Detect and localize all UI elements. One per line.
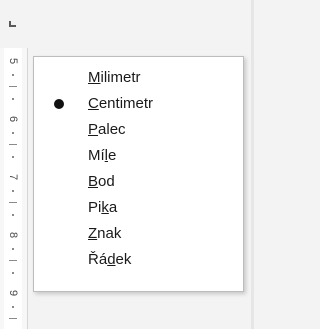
menu-item-label: Milimetr bbox=[88, 69, 141, 86]
menu-item-label: Pika bbox=[88, 199, 118, 216]
menu-item-label: Bod bbox=[88, 173, 115, 190]
menu-item-radek[interactable]: Řádek bbox=[34, 247, 243, 273]
page-edge bbox=[251, 0, 254, 329]
ruler-dot bbox=[12, 156, 14, 158]
ruler-number: 6 bbox=[7, 115, 19, 123]
ruler-dot bbox=[12, 272, 14, 274]
menu-item-label: Míle bbox=[88, 147, 117, 164]
ruler-tick bbox=[9, 86, 17, 87]
menu-item-label: Centimetr bbox=[88, 95, 154, 112]
ruler-dot bbox=[12, 132, 14, 134]
menu-item-label: Znak bbox=[88, 225, 122, 242]
radio-selected-icon bbox=[54, 99, 64, 109]
ruler-dot bbox=[12, 190, 14, 192]
tab-stop-left-icon[interactable] bbox=[9, 21, 16, 27]
ruler-tick bbox=[9, 318, 17, 319]
menu-item-centimetr[interactable]: Centimetr bbox=[34, 91, 243, 117]
menu-item-label: Palec bbox=[88, 121, 126, 138]
ruler-tick bbox=[9, 260, 17, 261]
ruler-dot bbox=[12, 306, 14, 308]
ruler-tick bbox=[9, 202, 17, 203]
ruler-dot bbox=[12, 98, 14, 100]
menu-item-znak[interactable]: Znak bbox=[34, 221, 243, 247]
ruler-tick bbox=[9, 144, 17, 145]
ruler-number: 9 bbox=[7, 289, 19, 297]
menu-item-milimetr[interactable]: Milimetr bbox=[34, 65, 243, 91]
menu-item-pika[interactable]: Pika bbox=[34, 195, 243, 221]
ruler-corner[interactable] bbox=[0, 0, 28, 48]
menu-item-bod[interactable]: Bod bbox=[34, 169, 243, 195]
vertical-ruler[interactable]: 5 6 7 8 9 bbox=[0, 48, 28, 329]
ruler-dot bbox=[12, 214, 14, 216]
ruler-dot bbox=[12, 74, 14, 76]
menu-item-mile[interactable]: Míle bbox=[34, 143, 243, 169]
ruler-dot bbox=[12, 248, 14, 250]
ruler-number: 8 bbox=[7, 231, 19, 239]
writer-window-fragment: 5 6 7 8 9 Milimetr Centimetr Palec Míle … bbox=[0, 0, 254, 329]
ruler-number: 5 bbox=[7, 57, 19, 65]
menu-item-palec[interactable]: Palec bbox=[34, 117, 243, 143]
ruler-unit-menu: Milimetr Centimetr Palec Míle Bod Pika Z… bbox=[33, 56, 244, 292]
ruler-number: 7 bbox=[7, 173, 19, 181]
menu-item-label: Řádek bbox=[88, 251, 132, 268]
